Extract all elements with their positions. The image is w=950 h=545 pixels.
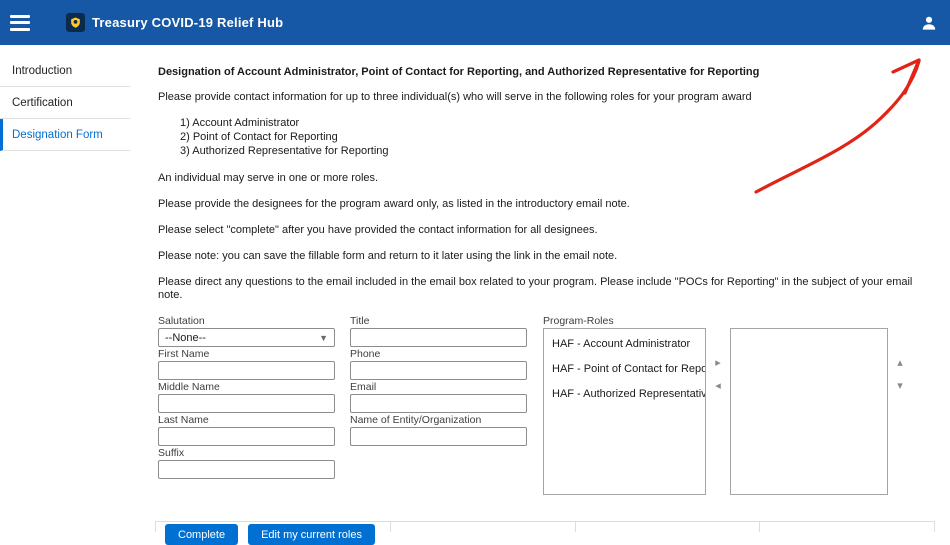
app-title: Treasury COVID-19 Relief Hub — [92, 15, 283, 30]
form-column-name: Salutation --None-- ▼ First Name Middle … — [158, 315, 335, 495]
salutation-label: Salutation — [158, 315, 335, 327]
table-cell — [155, 522, 391, 532]
order-arrows: ▴ ▾ — [888, 328, 912, 398]
sidebar-item-label: Designation Form — [12, 129, 103, 141]
table-cell — [391, 522, 576, 532]
note-text: Please select "complete" after you have … — [158, 224, 935, 237]
program-roles-section: Program-Roles HAF - Account Administrato… — [543, 315, 912, 495]
treasury-logo-icon — [66, 13, 85, 32]
designation-form: Salutation --None-- ▼ First Name Middle … — [158, 315, 935, 495]
user-profile-icon[interactable] — [920, 14, 938, 32]
entity-name-label: Name of Entity/Organization — [350, 414, 527, 426]
middle-name-field[interactable] — [158, 394, 335, 413]
suffix-field[interactable] — [158, 460, 335, 479]
first-name-label: First Name — [158, 348, 335, 360]
table-cell — [760, 522, 935, 532]
program-roles-label: Program-Roles — [543, 315, 912, 327]
chevron-down-icon: ▼ — [319, 333, 328, 343]
program-role-option[interactable]: HAF - Authorized Representative fo... — [544, 382, 705, 407]
sidebar: Introduction Certification Designation F… — [0, 45, 130, 151]
title-field[interactable] — [350, 328, 527, 347]
sidebar-item-certification[interactable]: Certification — [0, 87, 130, 119]
move-right-icon[interactable]: ▸ — [711, 352, 725, 375]
note-text: Please note: you can save the fillable f… — [158, 250, 935, 263]
move-down-icon[interactable]: ▾ — [893, 375, 907, 398]
email-label: Email — [350, 381, 527, 393]
sidebar-item-label: Certification — [12, 97, 73, 109]
program-role-option[interactable]: HAF - Point of Contact for Reporting — [544, 357, 705, 382]
program-roles-selected-listbox[interactable] — [730, 328, 888, 495]
intro-text: Please provide contact information for u… — [158, 91, 935, 104]
top-navbar: Treasury COVID-19 Relief Hub — [0, 0, 950, 45]
main-content: Designation of Account Administrator, Po… — [155, 45, 935, 545]
roles-numbered-list: 1) Account Administrator 2) Point of Con… — [158, 117, 935, 158]
role-list-item: 3) Authorized Representative for Reporti… — [180, 145, 935, 158]
sidebar-item-label: Introduction — [12, 65, 72, 77]
role-list-item: 1) Account Administrator — [180, 117, 935, 130]
middle-name-label: Middle Name — [158, 381, 335, 393]
last-name-field[interactable] — [158, 427, 335, 446]
last-name-label: Last Name — [158, 414, 335, 426]
note-text: Please provide the designees for the pro… — [158, 198, 935, 211]
cropped-table — [155, 521, 935, 532]
suffix-label: Suffix — [158, 447, 335, 459]
program-role-option[interactable]: HAF - Account Administrator — [544, 332, 705, 357]
email-field[interactable] — [350, 394, 527, 413]
salutation-select[interactable]: --None-- ▼ — [158, 328, 335, 347]
sidebar-item-introduction[interactable]: Introduction — [0, 51, 130, 87]
form-column-contact: Title Phone Email Name of Entity/Organiz… — [350, 315, 527, 495]
first-name-field[interactable] — [158, 361, 335, 380]
sidebar-item-designation-form[interactable]: Designation Form — [0, 119, 130, 151]
move-up-icon[interactable]: ▴ — [893, 352, 907, 375]
page-title: Designation of Account Administrator, Po… — [158, 66, 935, 78]
hamburger-menu-icon[interactable] — [10, 15, 30, 31]
phone-label: Phone — [350, 348, 527, 360]
note-text: Please direct any questions to the email… — [158, 276, 935, 302]
move-left-icon[interactable]: ◂ — [711, 375, 725, 398]
program-roles-available-listbox[interactable]: HAF - Account Administrator HAF - Point … — [543, 328, 706, 495]
move-arrows: ▸ ◂ — [706, 328, 730, 398]
title-label: Title — [350, 315, 527, 327]
salutation-selected-value: --None-- — [165, 332, 206, 344]
entity-name-field[interactable] — [350, 427, 527, 446]
table-cell — [576, 522, 760, 532]
phone-field[interactable] — [350, 361, 527, 380]
note-text: An individual may serve in one or more r… — [158, 172, 935, 185]
role-list-item: 2) Point of Contact for Reporting — [180, 131, 935, 144]
